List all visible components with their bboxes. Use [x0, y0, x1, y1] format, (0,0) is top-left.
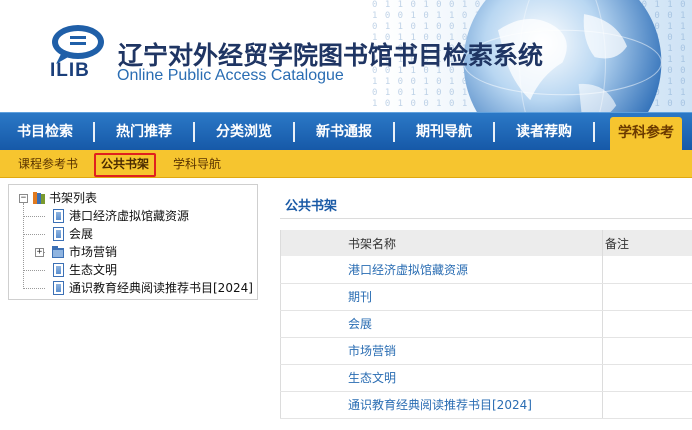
nav-separator	[293, 122, 295, 142]
document-icon	[53, 281, 64, 295]
nav-item-new-books[interactable]: 新书通报	[316, 113, 372, 151]
shelf-link[interactable]: 期刊	[348, 290, 372, 304]
document-icon	[53, 209, 64, 223]
main-nav: 书目检索 热门推荐 分类浏览 新书通报 期刊导航 读者荐购 学科参考	[0, 112, 692, 151]
site-subtitle: Online Public Access Catalogue	[117, 67, 344, 84]
table-header-row: 书架名称 备注	[280, 230, 692, 256]
shelf-name-cell: 通识教育经典阅读推荐书目[2024]	[280, 391, 603, 419]
nav-separator	[193, 122, 195, 142]
tree-item[interactable]: + 市场营销	[9, 244, 249, 260]
tree-item[interactable]: 通识教育经典阅读推荐书目[2024]	[9, 280, 253, 296]
tree-item-label: 生态文明	[69, 263, 118, 277]
nav-item-journals[interactable]: 期刊导航	[416, 113, 472, 151]
table-row: 港口经济虚拟馆藏资源	[280, 256, 692, 284]
nav-item-popular[interactable]: 热门推荐	[116, 113, 172, 151]
shelf-name-cell: 港口经济虚拟馆藏资源	[280, 256, 603, 284]
shelf-note-cell	[602, 364, 692, 392]
nav-item-catalog-search[interactable]: 书目检索	[17, 113, 73, 151]
shelf-tree-panel: − 书架列表 港口经济虚拟馆藏资源 会展 + 市场营销 生态文明 通识教育经典阅…	[8, 184, 258, 300]
column-header-note: 备注	[602, 230, 692, 256]
column-header-shelf-name: 书架名称	[280, 230, 603, 256]
table-row: 会展	[280, 310, 692, 338]
tree-item[interactable]: 港口经济虚拟馆藏资源	[9, 208, 249, 224]
shelf-link[interactable]: 港口经济虚拟馆藏资源	[348, 263, 468, 277]
shelf-table: 书架名称 备注 港口经济虚拟馆藏资源 期刊 会展 市场营销 生态文明 通识教育经…	[280, 230, 692, 419]
expand-toggle-icon[interactable]: +	[35, 248, 44, 257]
shelf-name-cell: 生态文明	[280, 364, 603, 392]
nav-item-reader-recommend[interactable]: 读者荐购	[516, 113, 572, 151]
shelf-link[interactable]: 市场营销	[348, 344, 396, 358]
nav-item-subject-reference[interactable]: 学科参考	[610, 117, 682, 151]
logo-text: ILIB	[50, 60, 90, 81]
nav-separator	[493, 122, 495, 142]
document-icon	[53, 227, 64, 241]
shelf-name-cell: 会展	[280, 310, 603, 338]
title-divider	[280, 218, 692, 219]
tree-item-label: 市场营销	[69, 245, 118, 259]
table-row: 生态文明	[280, 364, 692, 392]
tree-item-label: 通识教育经典阅读推荐书目[2024]	[69, 281, 253, 295]
page-title: 公共书架	[285, 199, 338, 214]
tree-root[interactable]: − 书架列表	[9, 190, 249, 206]
shelf-link[interactable]: 生态文明	[348, 371, 396, 385]
bookshelf-icon	[33, 192, 45, 204]
shelf-note-cell	[602, 391, 692, 419]
nav-separator	[93, 122, 95, 142]
tree-item-label: 港口经济虚拟馆藏资源	[69, 209, 190, 223]
shelf-link[interactable]: 通识教育经典阅读推荐书目[2024]	[348, 398, 532, 412]
table-row: 市场营销	[280, 337, 692, 365]
tree-item[interactable]: 会展	[9, 226, 249, 242]
nav-item-category-browse[interactable]: 分类浏览	[216, 113, 272, 151]
subnav-subject-navigation[interactable]: 学科导航	[173, 150, 221, 178]
shelf-note-cell	[602, 310, 692, 338]
active-tab-highlight	[94, 153, 156, 177]
tree-item[interactable]: 生态文明	[9, 262, 249, 278]
folder-icon	[52, 246, 64, 258]
subnav-course-reference[interactable]: 课程参考书	[18, 150, 78, 178]
shelf-note-cell	[602, 256, 692, 284]
table-row: 通识教育经典阅读推荐书目[2024]	[280, 391, 692, 419]
tree-item-label: 会展	[69, 227, 94, 241]
nav-separator	[593, 122, 595, 142]
document-icon	[53, 263, 64, 277]
shelf-name-cell: 市场营销	[280, 337, 603, 365]
nav-separator	[393, 122, 395, 142]
shelf-name-cell: 期刊	[280, 283, 603, 311]
collapse-toggle-icon[interactable]: −	[19, 194, 28, 203]
shelf-note-cell	[602, 283, 692, 311]
shelf-link[interactable]: 会展	[348, 317, 372, 331]
table-row: 期刊	[280, 283, 692, 311]
shelf-note-cell	[602, 337, 692, 365]
site-banner: 0 1 1 0 1 0 0 1 0 1 1 0 1 0 1 0 0 1 1 0 …	[0, 0, 692, 112]
tree-root-label: 书架列表	[49, 191, 98, 205]
